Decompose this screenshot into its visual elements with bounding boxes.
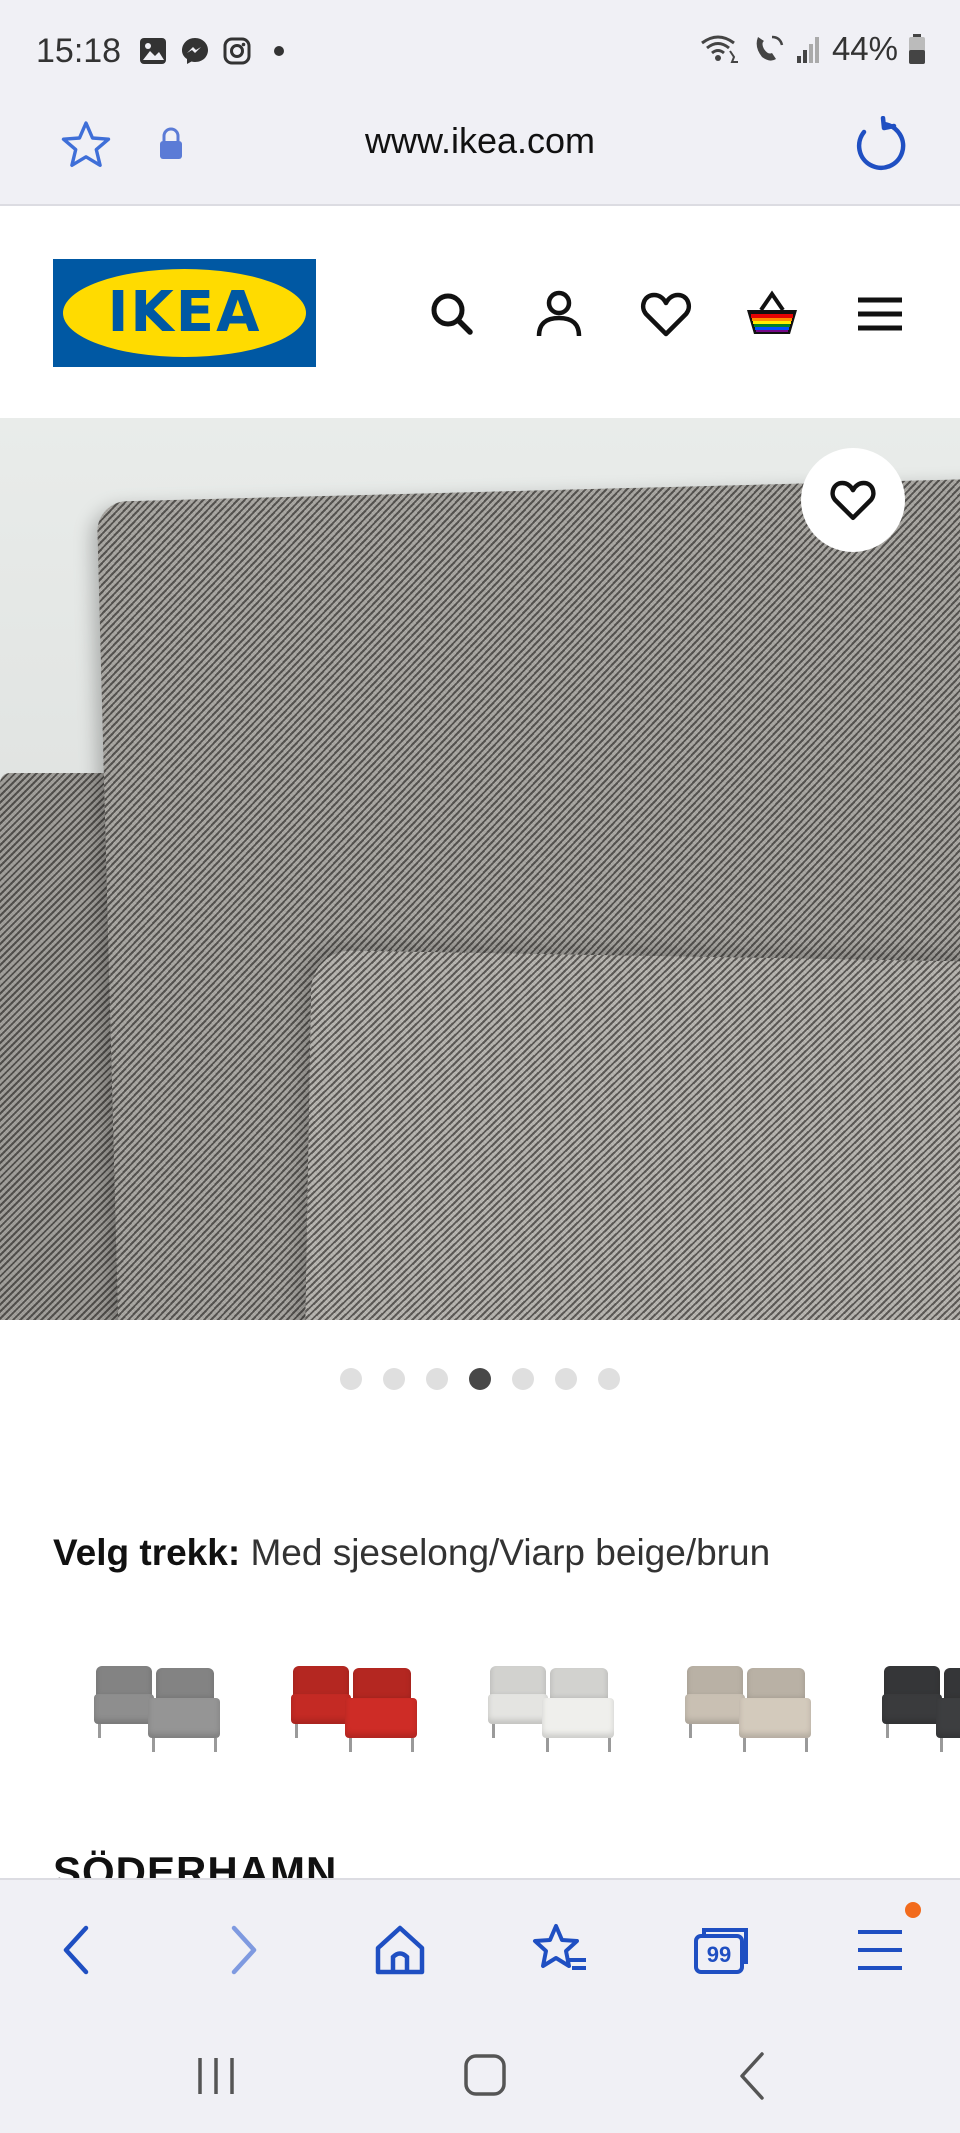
ikea-logo[interactable]: IKEA [53, 259, 316, 367]
sofa-thumb-part [739, 1698, 811, 1738]
sofa-thumb-leg [295, 1724, 298, 1738]
back-icon[interactable] [48, 1920, 108, 1980]
account-icon[interactable] [531, 286, 587, 342]
wishlist-heart-icon[interactable] [638, 286, 694, 342]
menu-icon[interactable] [850, 1920, 910, 1980]
cover-option[interactable] [74, 1646, 234, 1766]
battery-icon [909, 34, 925, 64]
product-name: SÖDERHAMN [53, 1848, 338, 1878]
choose-cover-label: Velg trekk: [53, 1532, 241, 1573]
tabs-icon: 99 [694, 1928, 748, 1974]
sofa-thumb-leg [546, 1738, 549, 1752]
notification-icons [138, 36, 284, 66]
menu-icon[interactable] [852, 286, 908, 342]
add-to-favourites-button[interactable] [801, 448, 905, 552]
browser-bottom-nav: 99 [0, 1878, 960, 2018]
sofa-thumb-leg [689, 1724, 692, 1738]
sofa-thumb-part [882, 1694, 942, 1724]
sofa-thumb-leg [743, 1738, 746, 1752]
cover-option[interactable] [468, 1646, 628, 1766]
sofa-thumb-part [156, 1668, 214, 1702]
forward-icon[interactable] [212, 1920, 272, 1980]
messenger-icon [182, 38, 208, 64]
shopping-basket-icon[interactable] [744, 286, 800, 342]
carousel-dot[interactable] [383, 1368, 405, 1390]
carousel-indicator [0, 1368, 960, 1390]
logo-text: IKEA [107, 280, 262, 345]
home-button-icon[interactable] [454, 2048, 514, 2104]
sofa-thumb-leg [886, 1724, 889, 1738]
tabs-count: 99 [707, 1942, 731, 1967]
recent-apps-icon[interactable] [186, 2048, 246, 2104]
sofa-thumb-part [291, 1694, 351, 1724]
cover-options [0, 1646, 960, 1776]
carousel-dot[interactable] [555, 1368, 577, 1390]
choose-cover-value: Med sjeselong/Viarp beige/brun [250, 1532, 771, 1573]
signal-icon [796, 37, 819, 63]
url-field[interactable]: www.ikea.com [0, 120, 960, 162]
sofa-thumb-leg [152, 1738, 155, 1752]
sofa-thumb-leg [608, 1738, 611, 1752]
sofa-thumb-part [148, 1698, 220, 1738]
sofa-thumb-leg [214, 1738, 217, 1752]
sofa-thumb-part [936, 1698, 960, 1738]
wifi-calling-icon [701, 35, 738, 63]
sofa-thumb-leg [805, 1738, 808, 1752]
carousel-dot[interactable] [512, 1368, 534, 1390]
instagram-icon [223, 37, 251, 65]
home-icon[interactable] [370, 1920, 430, 1980]
sofa-thumb-part [488, 1694, 548, 1724]
carousel-dot[interactable] [340, 1368, 362, 1390]
site-header: IKEA [0, 208, 960, 418]
more-notifications-dot [274, 46, 284, 56]
bookmarks-icon[interactable] [530, 1920, 590, 1980]
status-bar: 15:18 44% [0, 0, 960, 100]
carousel-dot[interactable] [469, 1368, 491, 1390]
sofa-thumb-part [944, 1668, 960, 1702]
sofa-thumb-leg [349, 1738, 352, 1752]
heart-icon [830, 480, 876, 521]
sofa-thumb-leg [98, 1724, 101, 1738]
sofa-thumb-part [685, 1694, 745, 1724]
sofa-thumb-leg [411, 1738, 414, 1752]
notification-badge [905, 1902, 921, 1918]
cover-option[interactable] [271, 1646, 431, 1766]
sofa-thumb-leg [492, 1724, 495, 1738]
search-icon[interactable] [424, 286, 480, 342]
sofa-thumb-part [542, 1698, 614, 1738]
choose-cover: Velg trekk: Med sjeselong/Viarp beige/br… [53, 1532, 770, 1574]
battery-percent: 44% [831, 30, 898, 67]
system-back-icon[interactable] [724, 2048, 784, 2104]
cover-option[interactable] [862, 1646, 960, 1766]
system-navigation-bar [0, 2018, 960, 2133]
sofa-thumb-part [94, 1694, 154, 1724]
sofa-thumb-part [747, 1668, 805, 1702]
carousel-dot[interactable] [598, 1368, 620, 1390]
volte-icon [756, 35, 784, 61]
status-time: 15:18 [36, 32, 122, 70]
browser-address-bar: www.ikea.com [0, 100, 960, 206]
sofa-thumb-part [353, 1668, 411, 1702]
system-status: 44% [700, 30, 926, 68]
reload-icon[interactable] [850, 116, 910, 176]
carousel-dot[interactable] [426, 1368, 448, 1390]
sofa-thumb-part [345, 1698, 417, 1738]
sofa-thumb-part [550, 1668, 608, 1702]
front-cushion [304, 949, 960, 1320]
tabs-button[interactable]: 99 [690, 1920, 750, 1980]
cover-option[interactable] [665, 1646, 825, 1766]
gallery-icon [140, 38, 166, 64]
product-image-carousel[interactable] [0, 418, 960, 1320]
sofa-thumb-leg [940, 1738, 943, 1752]
